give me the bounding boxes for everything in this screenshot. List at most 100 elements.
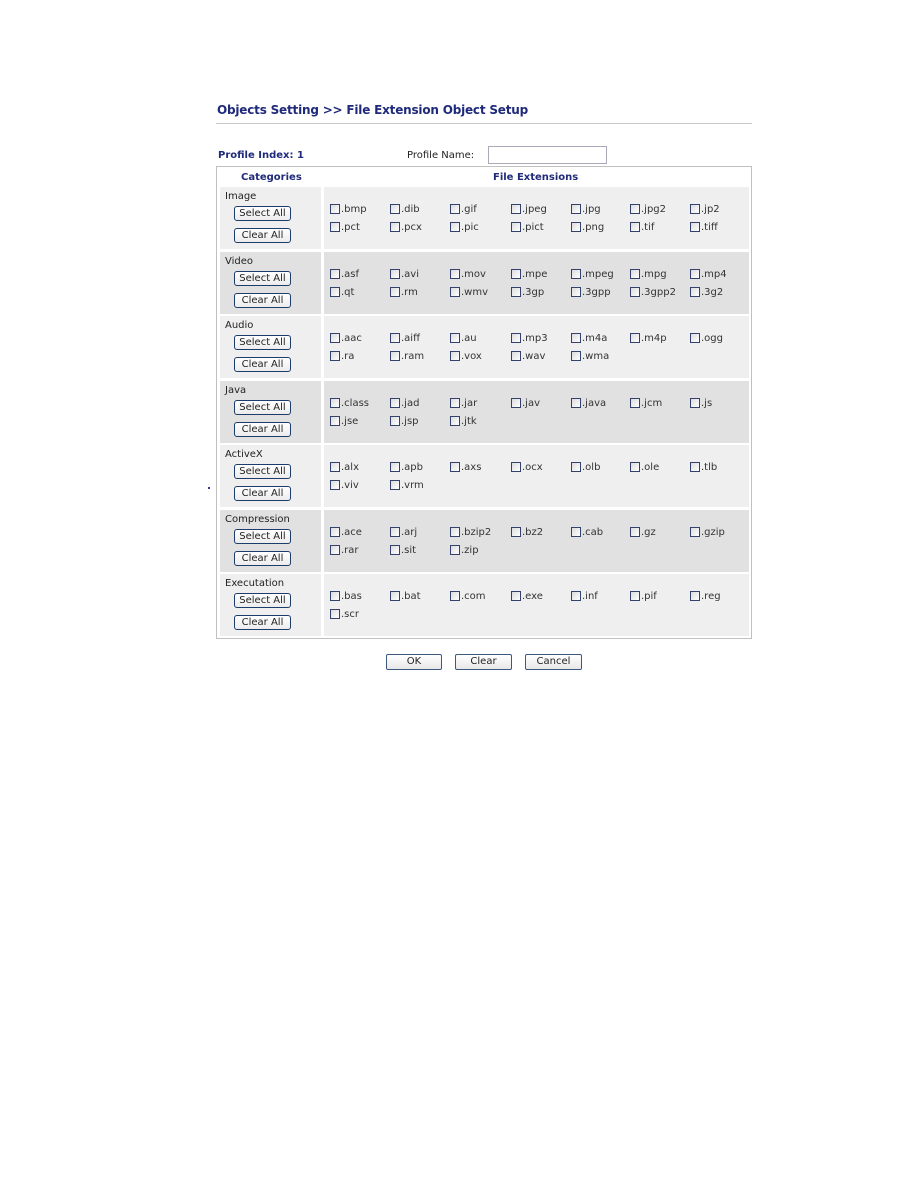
extension-option[interactable]: .mp4: [690, 268, 727, 283]
extension-checkbox[interactable]: [630, 397, 640, 408]
extension-checkbox[interactable]: [330, 544, 340, 555]
extension-option[interactable]: .ra: [330, 350, 354, 365]
extension-checkbox[interactable]: [330, 268, 340, 279]
extension-option[interactable]: .jar: [450, 397, 477, 412]
extension-checkbox[interactable]: [571, 203, 581, 214]
extension-option[interactable]: .3gpp2: [630, 286, 676, 301]
extension-option[interactable]: .jav: [511, 397, 540, 412]
extension-option[interactable]: .reg: [690, 590, 721, 605]
clear-button[interactable]: Clear: [455, 654, 512, 670]
extension-checkbox[interactable]: [511, 397, 521, 408]
extension-checkbox[interactable]: [511, 332, 521, 343]
extension-option[interactable]: .au: [450, 332, 477, 347]
extension-option[interactable]: .dib: [390, 203, 420, 218]
extension-option[interactable]: .gif: [450, 203, 477, 218]
extension-option[interactable]: .aac: [330, 332, 362, 347]
extension-checkbox[interactable]: [511, 268, 521, 279]
extension-option[interactable]: .sit: [390, 544, 416, 559]
extension-option[interactable]: .mov: [450, 268, 486, 283]
extension-checkbox[interactable]: [390, 526, 400, 537]
extension-option[interactable]: .bat: [390, 590, 421, 605]
extension-checkbox[interactable]: [390, 397, 400, 408]
extension-option[interactable]: .java: [571, 397, 606, 412]
extension-option[interactable]: .m4a: [571, 332, 607, 347]
extension-checkbox[interactable]: [330, 526, 340, 537]
extension-option[interactable]: .ole: [630, 461, 659, 476]
extension-checkbox[interactable]: [450, 544, 460, 555]
extension-checkbox[interactable]: [571, 332, 581, 343]
extension-option[interactable]: .bas: [330, 590, 362, 605]
extension-option[interactable]: .vrm: [390, 479, 424, 494]
select-all-button[interactable]: Select All: [234, 593, 291, 608]
extension-checkbox[interactable]: [450, 286, 460, 297]
extension-checkbox[interactable]: [690, 526, 700, 537]
extension-checkbox[interactable]: [390, 268, 400, 279]
extension-option[interactable]: .cab: [571, 526, 603, 541]
extension-checkbox[interactable]: [390, 350, 400, 361]
extension-option[interactable]: .mpg: [630, 268, 667, 283]
clear-all-button[interactable]: Clear All: [234, 551, 291, 566]
clear-all-button[interactable]: Clear All: [234, 422, 291, 437]
select-all-button[interactable]: Select All: [234, 464, 291, 479]
extension-checkbox[interactable]: [511, 286, 521, 297]
extension-checkbox[interactable]: [630, 286, 640, 297]
extension-option[interactable]: .js: [690, 397, 712, 412]
extension-option[interactable]: .avi: [390, 268, 419, 283]
extension-checkbox[interactable]: [511, 350, 521, 361]
extension-checkbox[interactable]: [630, 203, 640, 214]
extension-option[interactable]: .3gpp: [571, 286, 611, 301]
extension-checkbox[interactable]: [330, 461, 340, 472]
extension-checkbox[interactable]: [630, 268, 640, 279]
extension-checkbox[interactable]: [450, 268, 460, 279]
extension-checkbox[interactable]: [450, 397, 460, 408]
extension-option[interactable]: .ogg: [690, 332, 723, 347]
extension-checkbox[interactable]: [330, 203, 340, 214]
extension-option[interactable]: .tif: [630, 221, 654, 236]
extension-checkbox[interactable]: [330, 221, 340, 232]
extension-option[interactable]: .exe: [511, 590, 543, 605]
extension-option[interactable]: .jad: [390, 397, 419, 412]
extension-option[interactable]: .ace: [330, 526, 362, 541]
extension-option[interactable]: .wav: [511, 350, 545, 365]
extension-option[interactable]: .bzip2: [450, 526, 491, 541]
extension-checkbox[interactable]: [390, 590, 400, 601]
extension-checkbox[interactable]: [571, 590, 581, 601]
extension-checkbox[interactable]: [390, 544, 400, 555]
extension-checkbox[interactable]: [330, 286, 340, 297]
extension-checkbox[interactable]: [450, 526, 460, 537]
extension-checkbox[interactable]: [390, 415, 400, 426]
extension-option[interactable]: .aiff: [390, 332, 420, 347]
extension-option[interactable]: .pct: [330, 221, 360, 236]
extension-checkbox[interactable]: [571, 350, 581, 361]
extension-option[interactable]: .com: [450, 590, 486, 605]
extension-option[interactable]: .gzip: [690, 526, 725, 541]
extension-option[interactable]: .zip: [450, 544, 479, 559]
extension-option[interactable]: .jtk: [450, 415, 477, 430]
extension-checkbox[interactable]: [390, 479, 400, 490]
extension-checkbox[interactable]: [450, 415, 460, 426]
extension-option[interactable]: .vox: [450, 350, 482, 365]
extension-option[interactable]: .jsp: [390, 415, 419, 430]
extension-checkbox[interactable]: [571, 268, 581, 279]
extension-checkbox[interactable]: [511, 461, 521, 472]
extension-checkbox[interactable]: [690, 221, 700, 232]
extension-option[interactable]: .alx: [330, 461, 359, 476]
extension-option[interactable]: .ocx: [511, 461, 543, 476]
extension-checkbox[interactable]: [630, 526, 640, 537]
clear-all-button[interactable]: Clear All: [234, 357, 291, 372]
extension-option[interactable]: .viv: [330, 479, 359, 494]
profile-name-input[interactable]: [488, 146, 607, 164]
clear-all-button[interactable]: Clear All: [234, 228, 291, 243]
extension-option[interactable]: .ram: [390, 350, 424, 365]
extension-checkbox[interactable]: [450, 590, 460, 601]
extension-option[interactable]: .mpeg: [571, 268, 614, 283]
extension-option[interactable]: .scr: [330, 608, 359, 623]
extension-checkbox[interactable]: [330, 415, 340, 426]
extension-option[interactable]: .jpg2: [630, 203, 666, 218]
clear-all-button[interactable]: Clear All: [234, 615, 291, 630]
extension-checkbox[interactable]: [330, 479, 340, 490]
extension-option[interactable]: .pict: [511, 221, 544, 236]
extension-checkbox[interactable]: [330, 350, 340, 361]
extension-checkbox[interactable]: [690, 203, 700, 214]
extension-checkbox[interactable]: [511, 526, 521, 537]
